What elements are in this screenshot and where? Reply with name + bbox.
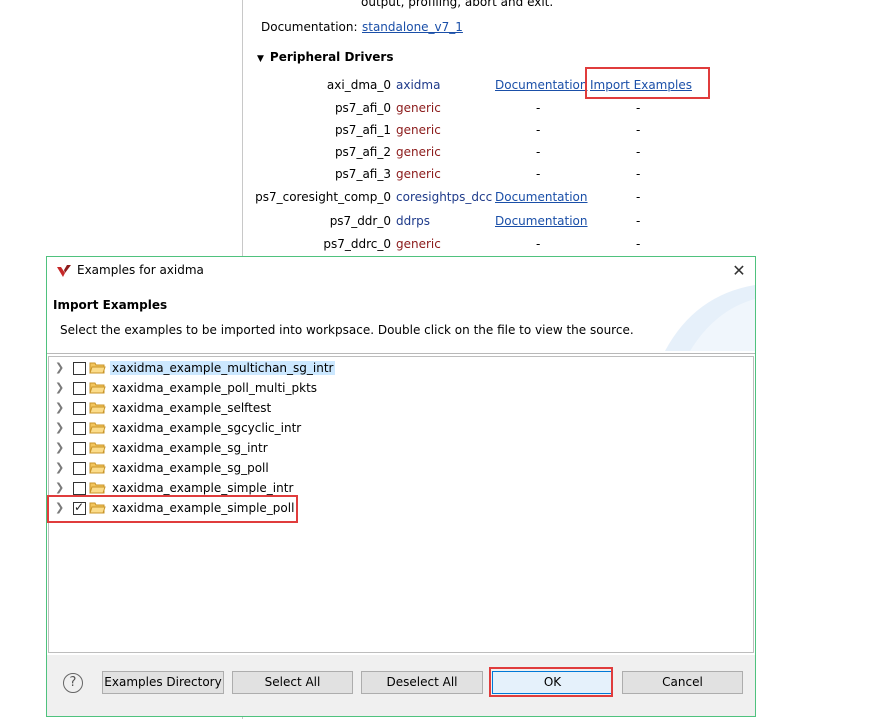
folder-icon [89, 422, 106, 434]
driver-doc-link[interactable]: Documentation [495, 78, 588, 92]
folder-icon [89, 382, 106, 394]
selected-example-highlight [47, 495, 298, 523]
driver-doc-link[interactable]: Documentation [495, 214, 588, 228]
tree-row[interactable]: ❯ xaxidma_example_multichan_sg_intr [49, 358, 749, 378]
chevron-right-icon[interactable]: ❯ [55, 381, 65, 394]
example-label[interactable]: xaxidma_example_poll_multi_pkts [110, 381, 319, 395]
cancel-button[interactable]: Cancel [622, 671, 743, 694]
tree-row[interactable]: ❯ xaxidma_example_selftest [49, 398, 749, 418]
driver-name: axi_dma_0 [326, 78, 391, 92]
driver-examples: - [636, 123, 641, 137]
select-all-button[interactable]: Select All [232, 671, 353, 694]
deselect-all-button[interactable]: Deselect All [361, 671, 483, 694]
tree-row[interactable]: ❯ xaxidma_example_sg_intr [49, 438, 749, 458]
header-separator [47, 353, 755, 354]
driver-type: generic [396, 101, 441, 115]
driver-doc-link[interactable]: Documentation [495, 190, 588, 204]
driver-type: generic [396, 237, 441, 251]
example-checkbox[interactable] [73, 382, 86, 395]
example-checkbox[interactable] [73, 482, 86, 495]
chevron-right-icon[interactable]: ❯ [55, 481, 65, 494]
example-checkbox[interactable] [73, 402, 86, 415]
chevron-right-icon[interactable]: ❯ [55, 441, 65, 454]
driver-examples: - [636, 190, 641, 204]
driver-examples: - [636, 237, 641, 251]
dialog-titlebar[interactable]: Examples for axidma ✕ [47, 257, 755, 285]
peripheral-drivers-section[interactable]: ▼ Peripheral Drivers [257, 50, 393, 64]
examples-dialog: Examples for axidma ✕ Import Examples Se… [46, 256, 756, 717]
app-logo-icon [57, 265, 71, 277]
driver-type: generic [396, 167, 441, 181]
header-title: Import Examples [53, 298, 168, 312]
import-examples-highlight [585, 67, 710, 99]
tree-row[interactable]: ❯ xaxidma_example_poll_multi_pkts [49, 378, 749, 398]
driver-type: generic [396, 123, 441, 137]
chevron-right-icon[interactable]: ❯ [55, 361, 65, 374]
ok-button-highlight [489, 667, 613, 697]
example-label[interactable]: xaxidma_example_sg_intr [110, 441, 270, 455]
driver-examples: - [636, 145, 641, 159]
chevron-right-icon[interactable]: ❯ [55, 401, 65, 414]
driver-doc: - [536, 101, 541, 115]
folder-icon [89, 482, 106, 494]
driver-type: ddrps [396, 214, 431, 228]
example-checkbox[interactable] [73, 362, 86, 375]
folder-icon [89, 402, 106, 414]
example-label[interactable]: xaxidma_example_sgcyclic_intr [110, 421, 303, 435]
dialog-header: Import Examples Select the examples to b… [47, 285, 755, 351]
driver-name: ps7_ddrc_0 [323, 237, 391, 251]
driver-doc: - [536, 167, 541, 181]
tree-row[interactable]: ❯ xaxidma_example_sg_poll [49, 458, 749, 478]
examples-directory-button[interactable]: Examples Directory [102, 671, 224, 694]
documentation-link[interactable]: standalone_v7_1 [362, 20, 463, 34]
example-label[interactable]: xaxidma_example_sg_poll [110, 461, 271, 475]
driver-examples: - [636, 167, 641, 181]
section-title: Peripheral Drivers [269, 50, 394, 64]
chevron-right-icon[interactable]: ❯ [55, 461, 65, 474]
driver-name: ps7_afi_1 [334, 123, 391, 137]
close-icon[interactable]: ✕ [729, 261, 749, 281]
example-checkbox[interactable] [73, 462, 86, 475]
driver-type: coresightps_dcc [396, 190, 493, 204]
driver-doc: - [536, 123, 541, 137]
dialog-footer: ? Examples Directory Select All Deselect… [47, 655, 755, 716]
example-label[interactable]: xaxidma_example_simple_intr [110, 481, 295, 495]
driver-name: ps7_coresight_comp_0 [255, 190, 391, 204]
dialog-title: Examples for axidma [77, 263, 204, 277]
driver-examples: - [636, 214, 641, 228]
twisty-down-icon: ▼ [257, 54, 264, 64]
folder-icon [89, 362, 106, 374]
example-label[interactable]: xaxidma_example_multichan_sg_intr [110, 361, 336, 375]
driver-doc: - [536, 145, 541, 159]
driver-name: ps7_ddr_0 [329, 214, 391, 228]
driver-name: ps7_afi_3 [334, 167, 391, 181]
example-checkbox[interactable] [73, 442, 86, 455]
bg-top-text: output, profiling, abort and exit. [361, 0, 554, 9]
example-checkbox[interactable] [73, 422, 86, 435]
driver-name: ps7_afi_2 [334, 145, 391, 159]
folder-icon [89, 442, 106, 454]
help-icon[interactable]: ? [63, 673, 83, 693]
driver-type: generic [396, 145, 441, 159]
example-label[interactable]: xaxidma_example_selftest [110, 401, 273, 415]
documentation-label: Documentation: [261, 20, 358, 34]
driver-examples: - [636, 101, 641, 115]
chevron-right-icon[interactable]: ❯ [55, 421, 65, 434]
driver-name: ps7_afi_0 [334, 101, 391, 115]
folder-icon [89, 462, 106, 474]
tree-row[interactable]: ❯ xaxidma_example_sgcyclic_intr [49, 418, 749, 438]
driver-doc: - [536, 237, 541, 251]
header-description: Select the examples to be imported into … [60, 323, 634, 337]
banner-decoration-icon [665, 285, 755, 351]
driver-type: axidma [396, 78, 441, 92]
